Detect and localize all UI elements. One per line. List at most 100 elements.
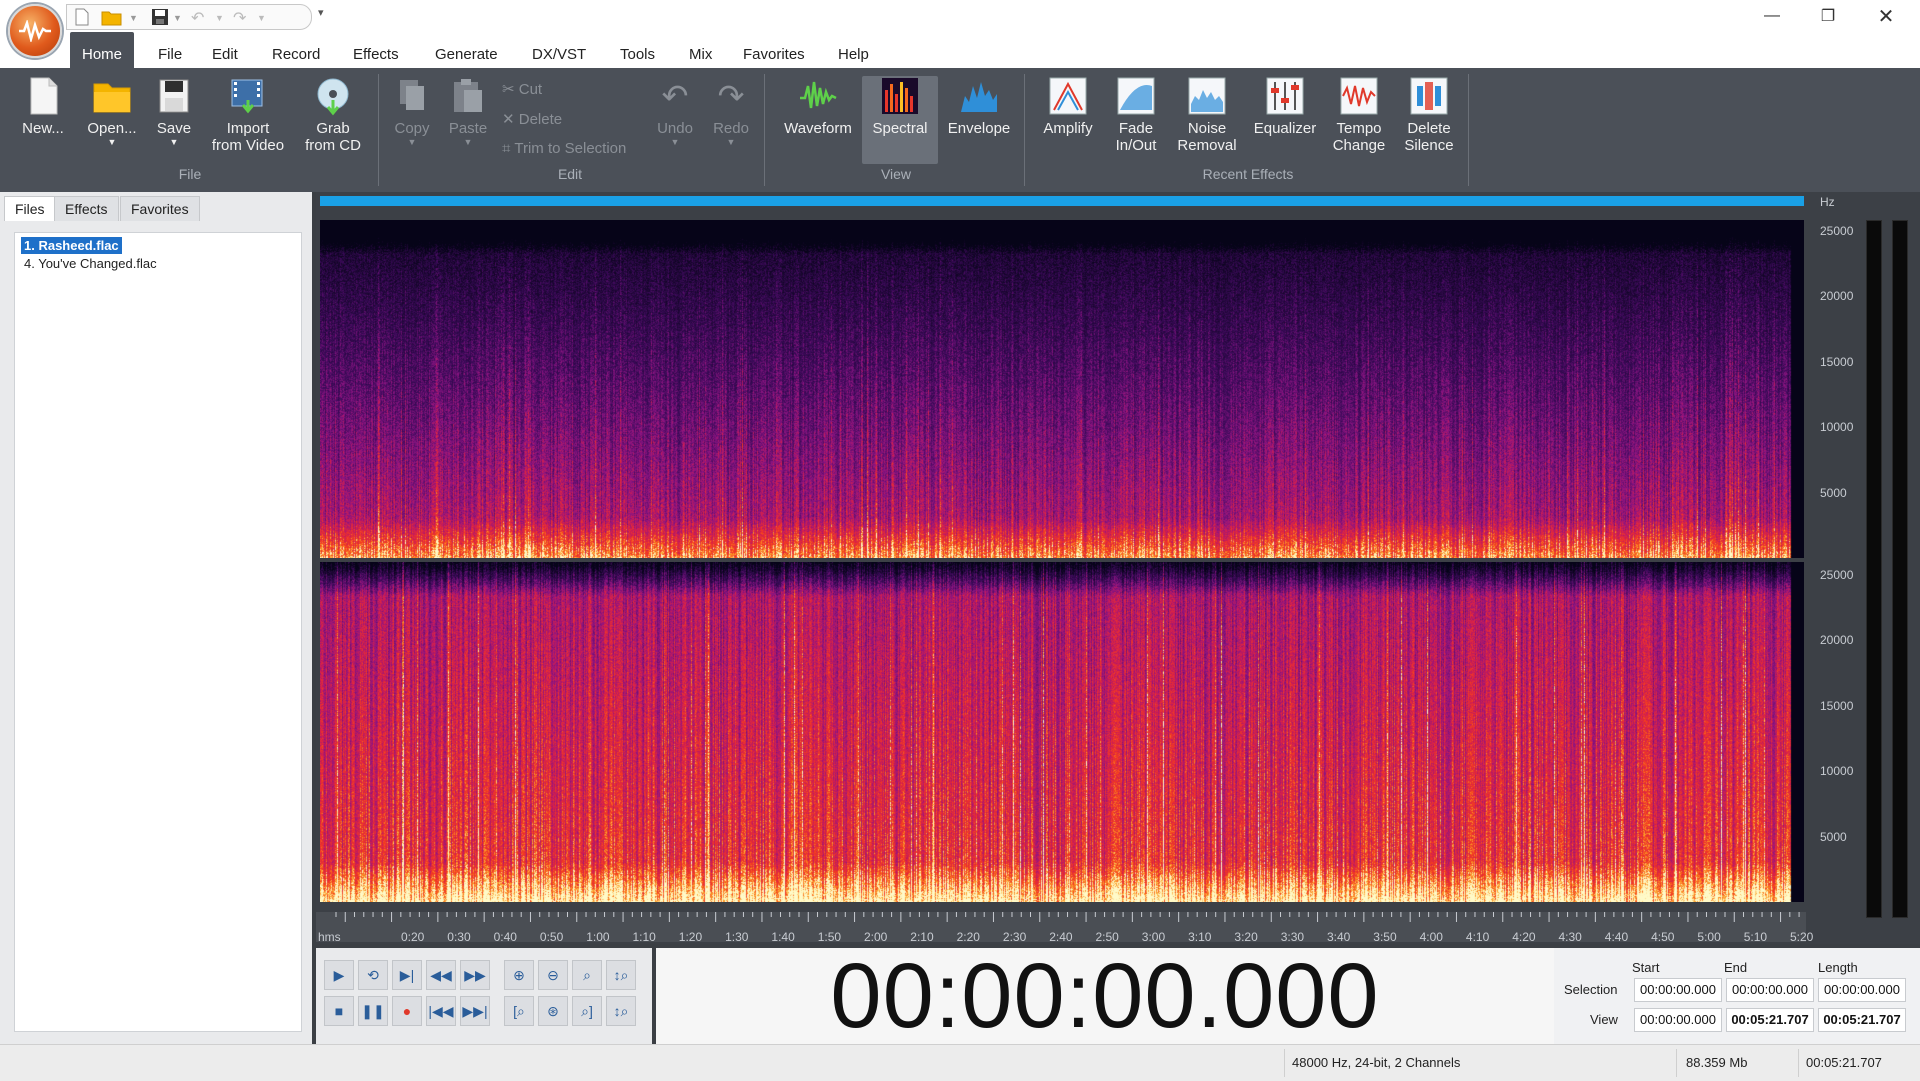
undo-dropdown-icon[interactable]: ▼: [215, 13, 235, 31]
record-button[interactable]: ●: [392, 996, 422, 1026]
selection-length-field[interactable]: 00:00:00.000: [1818, 978, 1906, 1002]
pause-button[interactable]: ❚❚: [358, 996, 388, 1026]
grab-from-cd-button[interactable]: Grab from CD: [298, 76, 368, 154]
noise-removal-icon: [1187, 76, 1227, 116]
view-end-field[interactable]: 00:05:21.707: [1726, 1008, 1814, 1032]
spectral-view-button[interactable]: Spectral: [862, 76, 938, 164]
menu-effects[interactable]: Effects: [341, 32, 411, 68]
amplify-button[interactable]: Amplify: [1036, 76, 1100, 137]
redo-icon: ↷: [717, 78, 745, 114]
menu-mix[interactable]: Mix: [677, 32, 724, 68]
save-button[interactable]: Save ▼: [152, 76, 196, 147]
save-dropdown-icon[interactable]: ▼: [173, 13, 193, 31]
paste-button[interactable]: Paste ▼: [444, 76, 492, 147]
equalizer-button[interactable]: Equalizer: [1246, 76, 1324, 137]
loop-play-button[interactable]: ⟲: [358, 960, 388, 990]
copy-button[interactable]: Copy ▼: [388, 76, 436, 147]
undo-icon[interactable]: ↶: [191, 8, 211, 27]
redo-icon[interactable]: ↷: [233, 8, 253, 27]
file-list-item[interactable]: 1. Rasheed.flac: [21, 237, 122, 254]
fast-forward-button[interactable]: ▶▶: [460, 960, 490, 990]
app-logo-icon[interactable]: [8, 4, 62, 58]
menu-help[interactable]: Help: [826, 32, 881, 68]
go-to-end-button[interactable]: ▶▶|: [460, 996, 490, 1026]
customize-toolbar-icon[interactable]: ▾: [318, 6, 324, 19]
open-dropdown-icon[interactable]: ▼: [82, 137, 142, 147]
timeline-tick-label: 3:50: [1373, 930, 1397, 944]
menu-edit[interactable]: Edit: [200, 32, 250, 68]
waveform-view-button[interactable]: Waveform: [776, 76, 860, 137]
play-to-end-button[interactable]: ▶|: [392, 960, 422, 990]
zoom-to-selection-button[interactable]: [⌕: [504, 996, 534, 1026]
cut-label: Cut: [518, 81, 543, 98]
timeline-tick-label: 5:10: [1743, 930, 1768, 944]
overview-scrollbar[interactable]: [320, 196, 1804, 206]
view-length-field[interactable]: 00:05:21.707: [1818, 1008, 1906, 1032]
zoom-right-button[interactable]: ⌕]: [572, 996, 602, 1026]
fade-in-out-button[interactable]: Fade In/Out: [1104, 76, 1168, 154]
redo-dropdown-icon[interactable]: ▼: [257, 13, 277, 31]
timeline-tick-label: 1:40: [771, 930, 795, 944]
undo-button[interactable]: ↶ Undo ▼: [652, 76, 698, 147]
rewind-button[interactable]: ◀◀: [426, 960, 456, 990]
delete-silence-button[interactable]: Delete Silence: [1396, 76, 1462, 154]
menu-favorites[interactable]: Favorites: [731, 32, 817, 68]
zoom-out-button[interactable]: ⊖: [538, 960, 568, 990]
delete-button[interactable]: ✕ Delete: [502, 110, 562, 128]
zoom-full-button[interactable]: ⌕: [572, 960, 602, 990]
save-dropdown-icon[interactable]: ▼: [152, 137, 196, 147]
tempo-change-button[interactable]: Tempo Change: [1326, 76, 1392, 154]
import-from-video-button[interactable]: Import from Video: [206, 76, 290, 154]
new-file-icon[interactable]: [75, 8, 95, 26]
tab-effects[interactable]: Effects: [54, 196, 119, 221]
menu-record[interactable]: Record: [260, 32, 332, 68]
spectrogram-channel-right[interactable]: [320, 562, 1804, 902]
zoom-center-button[interactable]: ⊛: [538, 996, 568, 1026]
timeline-ruler[interactable]: hms 0:20 0:30 0:40 0:50 1:00 1:10 1:20 1:30 1:40…: [316, 912, 1813, 944]
vertical-zoom-out-icon: ↕⌕: [613, 1002, 629, 1019]
menu-generate[interactable]: Generate: [423, 32, 510, 68]
cd-grab-icon: [313, 76, 353, 116]
restore-icon[interactable]: ❐: [1800, 0, 1856, 32]
selection-start-field[interactable]: 00:00:00.000: [1634, 978, 1722, 1002]
menu-file[interactable]: File: [146, 32, 194, 68]
envelope-view-button[interactable]: Envelope: [940, 76, 1018, 137]
go-to-start-button[interactable]: |◀◀: [426, 996, 456, 1026]
timeline-tick-label: 3:10: [1188, 930, 1212, 944]
redo-button[interactable]: ↷ Redo ▼: [708, 76, 754, 147]
stop-button[interactable]: ■: [324, 996, 354, 1026]
minimize-icon[interactable]: —: [1744, 0, 1800, 32]
menu-home[interactable]: Home: [70, 32, 135, 68]
view-start-field[interactable]: 00:00:00.000: [1634, 1008, 1722, 1032]
open-dropdown-icon[interactable]: ▼: [129, 13, 149, 31]
menu-tools[interactable]: Tools: [608, 32, 667, 68]
paste-dropdown-icon[interactable]: ▼: [444, 137, 492, 147]
play-button[interactable]: ▶: [324, 960, 354, 990]
vertical-zoom-out-button[interactable]: ↕⌕: [606, 996, 636, 1026]
undo-label: Undo: [657, 120, 693, 137]
undo-dropdown-icon[interactable]: ▼: [652, 137, 698, 147]
cut-button[interactable]: ✂ Cut: [502, 80, 542, 98]
noise-removal-button[interactable]: Noise Removal: [1172, 76, 1242, 154]
vertical-zoom-in-button[interactable]: ↕⌕: [606, 960, 636, 990]
close-icon[interactable]: ✕: [1858, 0, 1914, 32]
col-header-length: Length: [1818, 960, 1858, 975]
tab-favorites[interactable]: Favorites: [120, 196, 200, 221]
menu-dxvst[interactable]: DX/VST: [520, 32, 598, 68]
grab-label-1: Grab: [316, 120, 350, 137]
redo-dropdown-icon[interactable]: ▼: [708, 137, 754, 147]
save-icon[interactable]: [151, 8, 171, 26]
scissors-icon: ✂: [502, 81, 515, 98]
file-list-item[interactable]: 4. You've Changed.flac: [21, 255, 160, 272]
new-button[interactable]: New...: [14, 76, 72, 137]
timeline-tick-label: 4:30: [1558, 930, 1582, 944]
selection-end-field[interactable]: 00:00:00.000: [1726, 978, 1814, 1002]
trim-to-selection-button[interactable]: ⌗ Trim to Selection: [502, 140, 626, 157]
silence-label-2: Silence: [1404, 137, 1454, 154]
copy-dropdown-icon[interactable]: ▼: [388, 137, 436, 147]
zoom-in-button[interactable]: ⊕: [504, 960, 534, 990]
spectrogram-channel-left[interactable]: [320, 220, 1804, 558]
tab-files[interactable]: Files: [4, 196, 56, 221]
open-folder-icon[interactable]: [101, 8, 122, 26]
open-button[interactable]: Open... ▼: [82, 76, 142, 147]
